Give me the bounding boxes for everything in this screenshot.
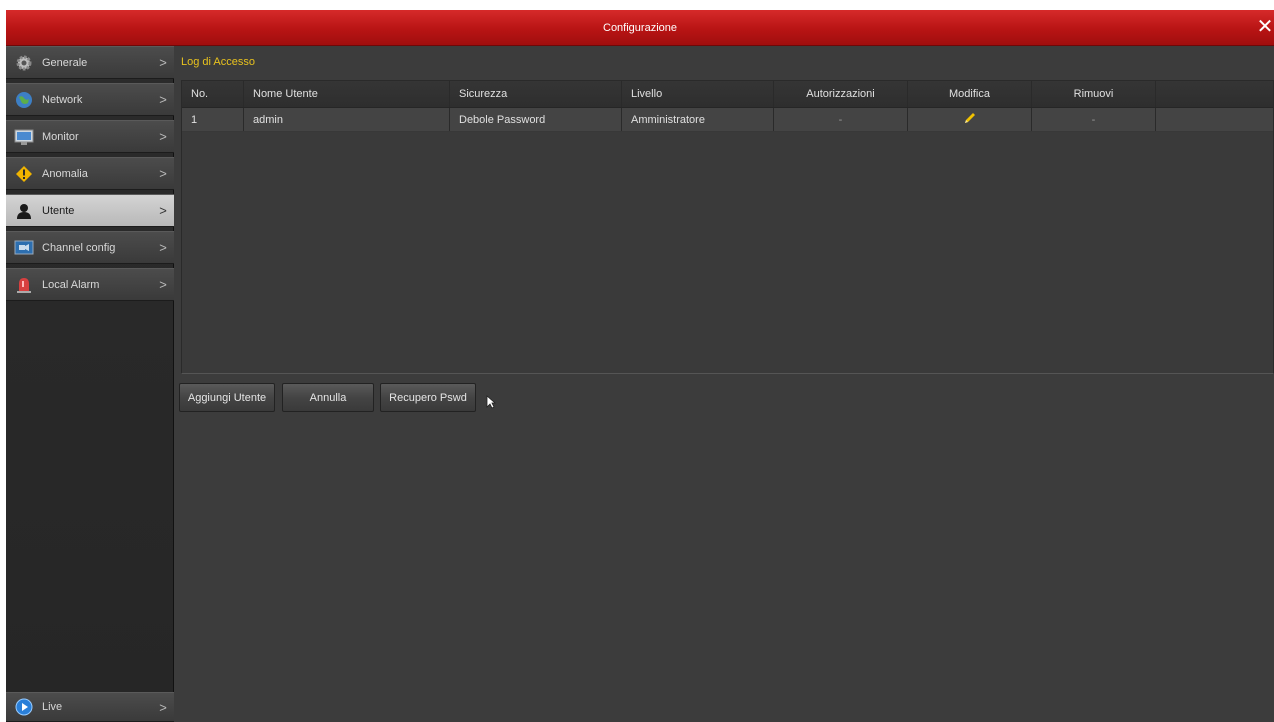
sidebar-item-utente[interactable]: Utente > (6, 194, 174, 227)
cell-remove[interactable]: - (1032, 108, 1156, 131)
chevron-right-icon: > (159, 92, 167, 107)
chevron-right-icon: > (159, 55, 167, 70)
cell-spacer (1156, 108, 1273, 131)
cell-level: Amministratore (622, 108, 774, 131)
sidebar-item-channel-config[interactable]: Channel config > (6, 231, 174, 264)
globe-icon (14, 90, 34, 110)
gear-icon (14, 53, 34, 73)
sidebar-item-label: Channel config (42, 241, 116, 254)
close-icon[interactable]: ✕ (1254, 16, 1274, 38)
column-header-level: Livello (622, 81, 774, 107)
section-title: Log di Accesso (181, 56, 255, 68)
sidebar-item-label: Live (42, 701, 63, 713)
main-panel: Log di Accesso No. Nome Utente Sicurezza… (174, 46, 1274, 722)
sidebar: Generale > Network > Monitor > Anomalia … (6, 46, 174, 722)
sidebar-item-anomalia[interactable]: Anomalia > (6, 157, 174, 190)
column-header-permissions: Autorizzazioni (774, 81, 908, 107)
chevron-right-icon: > (159, 699, 167, 715)
column-header-spacer (1156, 81, 1273, 107)
sidebar-item-label: Utente (42, 204, 75, 217)
chevron-right-icon: > (159, 129, 167, 144)
monitor-icon (14, 127, 34, 147)
cell-no: 1 (182, 108, 244, 131)
sidebar-item-label: Network (42, 93, 83, 106)
play-icon (14, 697, 34, 717)
pencil-icon[interactable] (963, 111, 977, 128)
column-header-no: No. (182, 81, 244, 107)
cell-edit (908, 108, 1032, 131)
table-header: No. Nome Utente Sicurezza Livello Autori… (182, 81, 1273, 108)
column-header-edit: Modifica (908, 81, 1032, 107)
user-table: No. Nome Utente Sicurezza Livello Autori… (181, 80, 1274, 374)
chevron-right-icon: > (159, 203, 167, 218)
cell-user: admin (244, 108, 450, 131)
sidebar-item-generale[interactable]: Generale > (6, 46, 174, 79)
camera-channel-icon (14, 238, 34, 258)
table-row[interactable]: 1 admin Debole Password Amministratore -… (182, 108, 1273, 132)
mouse-cursor-icon (486, 395, 497, 412)
cell-permissions[interactable]: - (774, 108, 908, 131)
user-icon (14, 201, 34, 221)
sidebar-item-label: Anomalia (42, 167, 88, 180)
recover-password-button[interactable]: Recupero Pswd (380, 383, 476, 412)
sidebar-item-monitor[interactable]: Monitor > (6, 120, 174, 153)
chevron-right-icon: > (159, 166, 167, 181)
title-bar: Configurazione ✕ (6, 10, 1274, 46)
column-header-user: Nome Utente (244, 81, 450, 107)
sidebar-item-local-alarm[interactable]: Local Alarm > (6, 268, 174, 301)
chevron-right-icon: > (159, 277, 167, 292)
sidebar-item-network[interactable]: Network > (6, 83, 174, 116)
column-header-remove: Rimuovi (1032, 81, 1156, 107)
sidebar-item-label: Generale (42, 56, 88, 69)
window-title: Configurazione (603, 21, 677, 34)
sidebar-item-label: Local Alarm (42, 278, 100, 291)
chevron-right-icon: > (159, 240, 167, 255)
sidebar-item-label: Monitor (42, 130, 79, 143)
warning-icon (14, 164, 34, 184)
alarm-siren-icon (14, 275, 34, 295)
column-header-security: Sicurezza (450, 81, 622, 107)
sidebar-item-live[interactable]: Live > (6, 692, 174, 722)
add-user-button[interactable]: Aggiungi Utente (179, 383, 275, 412)
cell-security: Debole Password (450, 108, 622, 131)
cancel-button[interactable]: Annulla (282, 383, 374, 412)
